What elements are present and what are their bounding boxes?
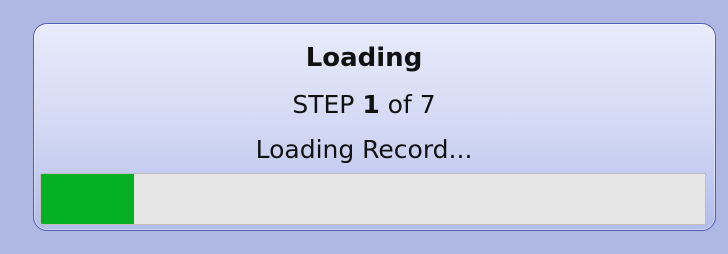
step-indicator: STEP 1 of 7 — [0, 88, 728, 122]
step-prefix: STEP — [292, 90, 355, 119]
progress-bar — [40, 173, 706, 225]
progress-fill — [41, 174, 134, 224]
step-separator: of — [387, 90, 412, 119]
status-text: Loading Record... — [255, 135, 473, 164]
step-total: 7 — [419, 90, 436, 119]
step-current: 1 — [362, 90, 380, 119]
dialog-title: Loading — [305, 43, 423, 73]
